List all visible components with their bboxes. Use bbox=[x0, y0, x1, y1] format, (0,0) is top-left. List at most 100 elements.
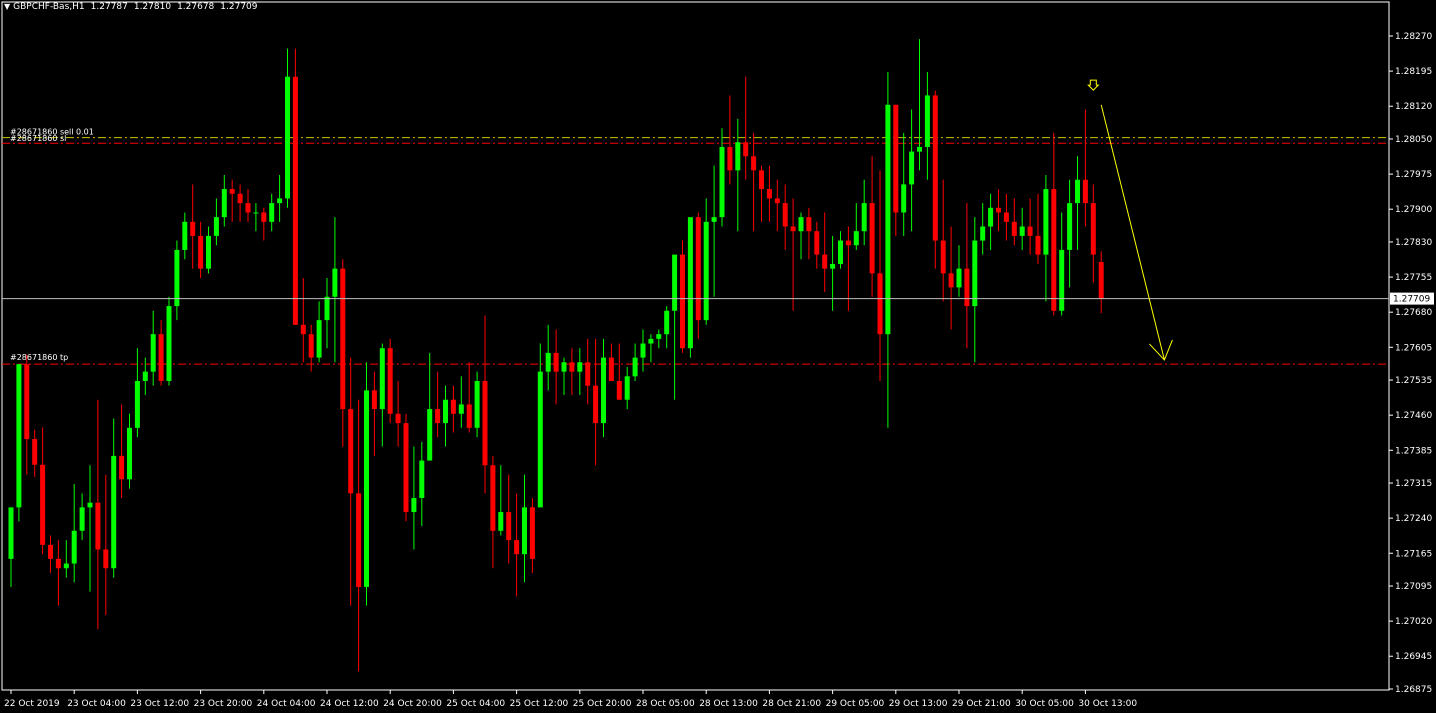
y-tick-label: 1.27755 bbox=[1395, 273, 1432, 283]
candle-body bbox=[624, 376, 630, 400]
candle-body bbox=[885, 104, 891, 335]
candle-body bbox=[269, 203, 275, 222]
candle-body bbox=[292, 76, 298, 325]
candle-body bbox=[640, 343, 646, 358]
candle-body bbox=[387, 348, 393, 414]
y-tick-label: 1.28050 bbox=[1395, 135, 1432, 145]
candle-body bbox=[964, 268, 970, 307]
candle-body bbox=[379, 348, 385, 410]
candle-body bbox=[221, 189, 227, 218]
candle-body bbox=[490, 465, 496, 531]
candle-body bbox=[901, 184, 907, 213]
candle-body bbox=[822, 254, 828, 269]
x-tick-label: 24 Oct 20:00 bbox=[383, 699, 442, 709]
candle-body bbox=[1059, 249, 1065, 311]
candle-body bbox=[727, 146, 733, 171]
candle-body bbox=[672, 254, 678, 311]
candle-body bbox=[735, 142, 741, 171]
candle-body bbox=[608, 357, 614, 381]
candle-body bbox=[766, 189, 772, 199]
candle-body bbox=[324, 296, 330, 321]
candle-body bbox=[782, 203, 788, 227]
candle-body bbox=[198, 235, 204, 269]
candle-body bbox=[71, 530, 77, 564]
candle-body bbox=[932, 95, 938, 241]
candle-body bbox=[806, 217, 812, 232]
y-tick-label: 1.27830 bbox=[1395, 238, 1432, 248]
y-tick-label: 1.27020 bbox=[1395, 617, 1432, 627]
x-tick-label: 25 Oct 04:00 bbox=[446, 699, 505, 709]
candle-body bbox=[1051, 189, 1057, 311]
candle-body bbox=[790, 226, 796, 232]
candle-body bbox=[561, 362, 567, 372]
candle-body bbox=[474, 380, 480, 428]
x-tick-label: 29 Oct 21:00 bbox=[952, 699, 1011, 709]
candle-body bbox=[988, 207, 994, 227]
candle-body bbox=[87, 502, 93, 508]
candle-body bbox=[142, 371, 148, 381]
candle-body bbox=[340, 268, 346, 410]
candle-body bbox=[506, 512, 512, 541]
candle-body bbox=[79, 507, 85, 531]
candle-body bbox=[95, 502, 101, 550]
candle-body bbox=[237, 193, 243, 204]
candle-body bbox=[134, 380, 140, 428]
candle-body bbox=[861, 203, 867, 232]
candle-body bbox=[1075, 179, 1080, 204]
bid-price-label: 1.27709 bbox=[1393, 295, 1430, 305]
candle-body bbox=[703, 221, 709, 321]
candle-body bbox=[972, 240, 978, 307]
candle-body bbox=[55, 558, 61, 569]
x-tick-label: 28 Oct 13:00 bbox=[699, 699, 758, 709]
candle-body bbox=[63, 563, 69, 569]
candle-body bbox=[482, 380, 488, 466]
candle-body bbox=[332, 268, 338, 297]
candle-body bbox=[308, 334, 314, 358]
candle-body bbox=[814, 231, 820, 255]
y-tick-label: 1.28270 bbox=[1395, 32, 1432, 42]
candle-body bbox=[664, 310, 670, 335]
candle-body bbox=[111, 455, 117, 569]
candle-body bbox=[411, 498, 417, 513]
candle-body bbox=[182, 221, 188, 250]
candle-body bbox=[213, 217, 219, 236]
candle-body bbox=[593, 385, 599, 424]
trend-arrow-head bbox=[1149, 339, 1173, 361]
x-tick-label: 28 Oct 21:00 bbox=[762, 699, 821, 709]
sell-arrow-icon bbox=[1087, 79, 1100, 91]
candle-body bbox=[403, 423, 409, 513]
price-chart[interactable]: 1.28270 1.28195 1.28120 1.28050 1.27975 1.279… bbox=[0, 0, 1436, 713]
x-tick-label: 25 Oct 20:00 bbox=[573, 699, 632, 709]
candle-body bbox=[285, 76, 290, 199]
close-value: 1.27709 bbox=[220, 2, 258, 12]
candle-body bbox=[845, 240, 851, 246]
candle-body bbox=[980, 226, 986, 241]
candle-body bbox=[924, 95, 930, 147]
stop-loss-label: #28671860 sl bbox=[10, 134, 66, 143]
candle-body bbox=[877, 273, 883, 335]
candle-body bbox=[348, 409, 354, 494]
caret-down-icon[interactable]: ▼ bbox=[4, 2, 10, 11]
candle-body bbox=[680, 254, 685, 349]
take-profit-label: #28671860 tp bbox=[10, 353, 68, 362]
x-tick-label: 30 Oct 05:00 bbox=[1015, 699, 1074, 709]
candle-body bbox=[577, 362, 583, 372]
candle-body bbox=[1027, 226, 1033, 236]
candle-body bbox=[127, 427, 132, 480]
candle-body bbox=[838, 240, 843, 264]
candle-body bbox=[601, 357, 606, 424]
y-tick-label: 1.26945 bbox=[1395, 652, 1432, 662]
y-tick-label: 1.27240 bbox=[1395, 514, 1432, 524]
y-tick-label: 1.27605 bbox=[1395, 343, 1432, 353]
candle-body bbox=[8, 507, 14, 559]
y-tick-label: 1.28195 bbox=[1395, 67, 1432, 77]
candle-body bbox=[174, 249, 180, 307]
candle-body bbox=[119, 455, 125, 480]
candle-body bbox=[909, 151, 915, 185]
candle-body bbox=[1098, 262, 1104, 299]
y-tick-label: 1.27315 bbox=[1395, 479, 1432, 489]
candle-body bbox=[277, 198, 283, 204]
candle-body bbox=[103, 549, 109, 569]
candle-body bbox=[1035, 235, 1041, 255]
candle-body bbox=[830, 263, 836, 269]
